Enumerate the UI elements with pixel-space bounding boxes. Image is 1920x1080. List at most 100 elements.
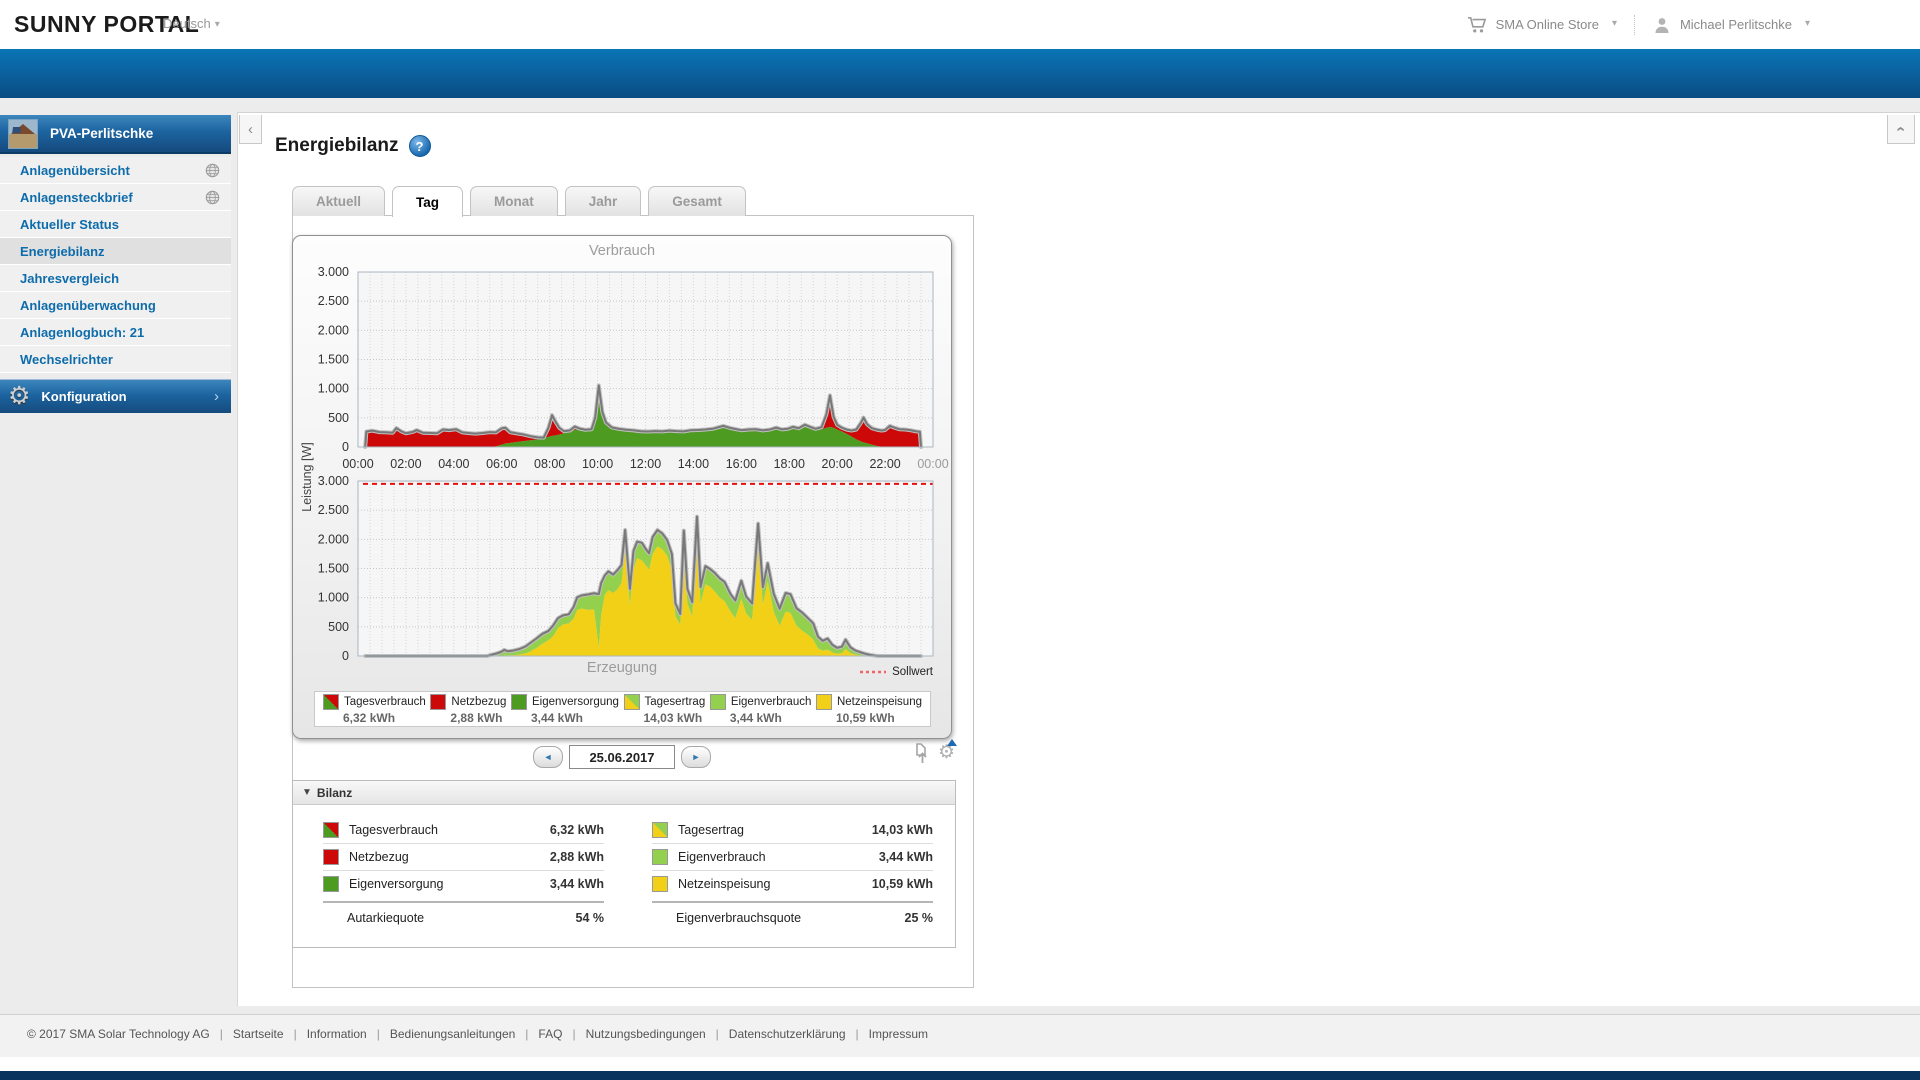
date-input[interactable]	[569, 745, 675, 769]
legend-color-chip	[709, 693, 726, 710]
quote-label: Eigenverbrauchsquote	[676, 911, 802, 925]
sollwert-label: Sollwert	[892, 666, 933, 678]
bilanz-quote-row: Eigenverbrauchsquote 25 %	[652, 901, 933, 933]
erzeugung-chart-title: Erzeugung	[586, 660, 658, 676]
bilanz-color-chip	[323, 876, 339, 892]
legend-color-chip	[430, 693, 447, 710]
svg-text:500: 500	[328, 411, 349, 425]
help-icon[interactable]: ?	[408, 135, 431, 157]
sidebar: PVA-Perlitschke Anlagenübersicht Anlagens…	[0, 115, 231, 413]
sidebar-item[interactable]: Energiebilanz	[0, 238, 231, 265]
footer-link[interactable]: Nutzungsbedingungen	[586, 1027, 706, 1041]
svg-text:2.500: 2.500	[318, 503, 349, 517]
chevron-down-icon: ▾	[1611, 18, 1617, 29]
svg-text:2.000: 2.000	[318, 323, 349, 337]
bilanz-panel: ▼ Bilanz Tagesverbrauch 6,32 kWh Netzbezug…	[292, 780, 956, 948]
sidebar-item-label: Anlagenüberwachung	[20, 297, 156, 313]
separator: |	[219, 1027, 223, 1041]
store-menu[interactable]: SMA Online Store	[1496, 17, 1599, 32]
footer-link[interactable]: Datenschutzerklärung	[729, 1027, 846, 1041]
chart-legend: Tagesverbrauch 6,32 kWh Netzbezug 2,88 kWh E…	[314, 691, 931, 727]
bilanz-value: 6,32 kWh	[549, 823, 604, 837]
sidebar-collapse-button[interactable]: ‹	[239, 115, 262, 144]
sidebar-menu: Anlagenübersicht Anlagensteckbrief Aktuell…	[0, 157, 231, 373]
bilanz-color-chip	[652, 849, 668, 865]
legend-value: 14,03 kWh	[643, 710, 703, 725]
sidebar-item[interactable]: Anlagensteckbrief	[0, 184, 231, 211]
sidebar-item-label: Jahresvergleich	[20, 270, 120, 286]
svg-text:1.000: 1.000	[318, 382, 349, 396]
svg-text:2.000: 2.000	[318, 532, 349, 546]
svg-text:06:00: 06:00	[486, 457, 517, 471]
svg-text:1.500: 1.500	[318, 353, 349, 367]
previous-day-button[interactable]: ◄	[533, 746, 563, 768]
sidebar-item[interactable]: Anlagenlogbuch: 21	[0, 319, 231, 346]
user-icon	[1653, 16, 1671, 34]
legend-value: 6,32 kWh	[343, 710, 396, 725]
sidebar-item-label: Energiebilanz	[20, 243, 105, 259]
footer-link[interactable]: Startseite	[233, 1027, 284, 1041]
bilanz-label: Tagesertrag	[678, 823, 745, 837]
tab-gesamt[interactable]: Gesamt	[648, 186, 746, 216]
tab-tag[interactable]: Tag	[392, 186, 464, 217]
tab-monat[interactable]: Monat	[470, 186, 558, 216]
sidebar-item[interactable]: Aktueller Status	[0, 211, 231, 238]
svg-text:14:00: 14:00	[678, 457, 709, 471]
scroll-top-button[interactable]: ‹	[1887, 115, 1915, 144]
erzeugung-chart[interactable]: 05001.0001.5002.0002.5003.000	[293, 476, 951, 666]
dropdown-arrow-icon	[947, 739, 958, 746]
brand-band	[0, 49, 1920, 98]
tab-aktuell[interactable]: Aktuell	[292, 186, 386, 216]
bilanz-label: Eigenversorgung	[349, 877, 444, 891]
user-menu[interactable]: Michael Perlitschke	[1680, 17, 1792, 32]
footer-link[interactable]: FAQ	[538, 1027, 562, 1041]
sidebar-item-label: Anlagenübersicht	[20, 162, 130, 178]
legend-label: Netzeinspeisung	[836, 695, 922, 708]
bilanz-quote-row: Autarkiequote 54 %	[323, 901, 604, 933]
sollwert-legend: Sollwert	[860, 666, 933, 678]
legend-color-chip	[323, 693, 339, 710]
legend-item: Netzeinspeisung 10,59 kWh	[815, 693, 922, 725]
bilanz-header[interactable]: ▼ Bilanz	[293, 781, 955, 805]
legend-label: Netzbezug	[451, 695, 507, 708]
language-selector[interactable]: Deutsch ▾	[163, 16, 220, 31]
svg-text:18:00: 18:00	[774, 457, 805, 471]
page-title: Energiebilanz	[275, 135, 399, 156]
language-label: Deutsch	[163, 16, 211, 31]
gear-icon: ⚙	[8, 382, 31, 410]
next-day-button[interactable]: ►	[681, 746, 711, 768]
svg-text:1.000: 1.000	[318, 591, 349, 605]
sidebar-item[interactable]: Anlagenübersicht	[0, 157, 231, 184]
bilanz-title: Bilanz	[316, 785, 353, 800]
sidebar-item[interactable]: Anlagenüberwachung	[0, 292, 231, 319]
verbrauch-chart[interactable]: 0 500 1.000 1.500 2.000 2.500 3.000 00:00 02:00 0…	[293, 262, 951, 474]
chart-settings-icon[interactable]: ⚙	[938, 739, 958, 763]
plant-photo	[8, 118, 38, 149]
chevron-down-icon: ▾	[214, 19, 220, 30]
plant-header[interactable]: PVA-Perlitschke	[0, 115, 231, 154]
svg-text:2.500: 2.500	[318, 294, 349, 308]
footer-links: © 2017 SMA Solar Technology AG | Startseit…	[27, 1027, 928, 1041]
sollwert-dash-icon	[860, 670, 887, 674]
footer-link[interactable]: Information	[307, 1027, 367, 1041]
tab-panel: Verbrauch 0 500 1.000 1.500 2.000 2.500 3.000 0…	[292, 215, 974, 988]
footer-link[interactable]: Impressum	[869, 1027, 928, 1041]
svg-text:12:00: 12:00	[630, 457, 661, 471]
sidebar-item-konfiguration[interactable]: ⚙ Konfiguration ›	[0, 379, 231, 413]
bilanz-row: Tagesverbrauch 6,32 kWh	[323, 817, 604, 844]
export-icon[interactable]	[913, 743, 932, 769]
legend-value: 2,88 kWh	[450, 710, 503, 725]
sidebar-item-label: Aktueller Status	[20, 216, 119, 232]
chevron-right-icon: ›	[214, 388, 219, 405]
legend-value: 3,44 kWh	[530, 710, 583, 725]
bilanz-value: 14,03 kWh	[871, 823, 933, 837]
main-content: ‹ ‹ Energiebilanz ? Aktuell Tag Monat Jahr G…	[237, 112, 1920, 1006]
sidebar-item-label: Anlagenlogbuch: 21	[20, 324, 145, 340]
sidebar-item[interactable]: Jahresvergleich	[0, 265, 231, 292]
bottom-brand-strip	[0, 1071, 1920, 1080]
bilanz-row: Eigenversorgung 3,44 kWh	[323, 871, 604, 897]
footer-link[interactable]: Bedienungsanleitungen	[390, 1027, 515, 1041]
sidebar-item[interactable]: Wechselrichter	[0, 346, 231, 373]
tab-jahr[interactable]: Jahr	[564, 186, 642, 216]
bilanz-value: 3,44 kWh	[878, 850, 933, 864]
